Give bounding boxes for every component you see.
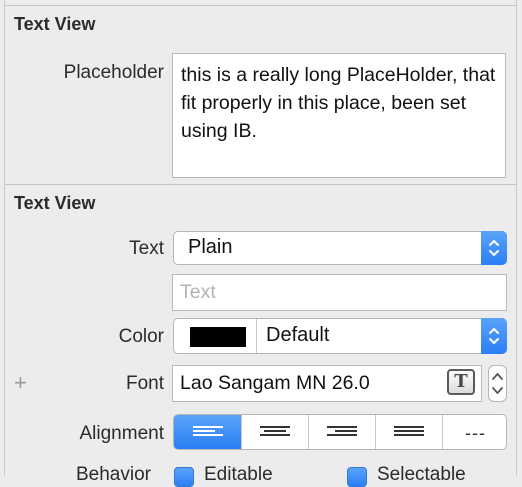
- placeholder-label: Placeholder: [63, 62, 164, 83]
- align-center-segment[interactable]: [242, 415, 308, 449]
- color-popup-divider: [256, 319, 257, 353]
- popup-stepper-icon: [481, 318, 507, 354]
- text-type-popup[interactable]: Plain: [173, 231, 507, 265]
- text-field-placeholder: Text: [180, 281, 216, 303]
- align-justified-segment[interactable]: [376, 415, 442, 449]
- section-title-placeholder: Text View: [14, 14, 96, 34]
- editable-checkbox[interactable]: [174, 467, 194, 487]
- placeholder-textarea[interactable]: this is a really long PlaceHolder, that …: [172, 53, 506, 178]
- color-value: Default: [266, 324, 330, 346]
- align-right-segment[interactable]: [309, 415, 375, 449]
- font-picker-icon[interactable]: T: [447, 369, 475, 395]
- font-label: Font: [125, 373, 164, 394]
- align-natural-segment[interactable]: ---: [443, 415, 506, 449]
- selectable-label: Selectable: [377, 464, 466, 485]
- align-justified-icon: [394, 426, 424, 438]
- inspector-panel: Text View Placeholder this is a really l…: [0, 0, 522, 487]
- align-left-icon: [193, 426, 223, 438]
- font-size-stepper[interactable]: [488, 365, 507, 402]
- alignment-label: Alignment: [79, 423, 165, 444]
- align-right-icon: [327, 426, 357, 438]
- text-field[interactable]: Text: [172, 274, 507, 311]
- behavior-label: Behavior: [76, 464, 151, 485]
- panel-right-border: [516, 0, 517, 476]
- color-swatch: [190, 327, 246, 347]
- align-center-icon: [260, 426, 290, 438]
- panel-left-border: [4, 0, 5, 476]
- align-natural-icon: ---: [465, 423, 486, 443]
- top-divider: [5, 5, 516, 6]
- text-type-value: Plain: [188, 236, 233, 258]
- editable-label: Editable: [204, 464, 273, 485]
- stepper-arrows-icon: [492, 373, 503, 394]
- section-divider: [5, 184, 516, 185]
- color-label: Color: [118, 326, 164, 347]
- alignment-segmented-control[interactable]: ---: [173, 414, 507, 450]
- popup-stepper-icon: [481, 231, 507, 265]
- align-left-segment[interactable]: [174, 415, 241, 449]
- text-label: Text: [129, 238, 164, 259]
- selectable-checkbox[interactable]: [347, 467, 367, 487]
- font-value: Lao Sangam MN 26.0: [180, 372, 370, 394]
- section-title-textview: Text View: [14, 193, 96, 213]
- font-field[interactable]: Lao Sangam MN 26.0: [172, 365, 482, 402]
- color-popup[interactable]: Default: [173, 318, 507, 354]
